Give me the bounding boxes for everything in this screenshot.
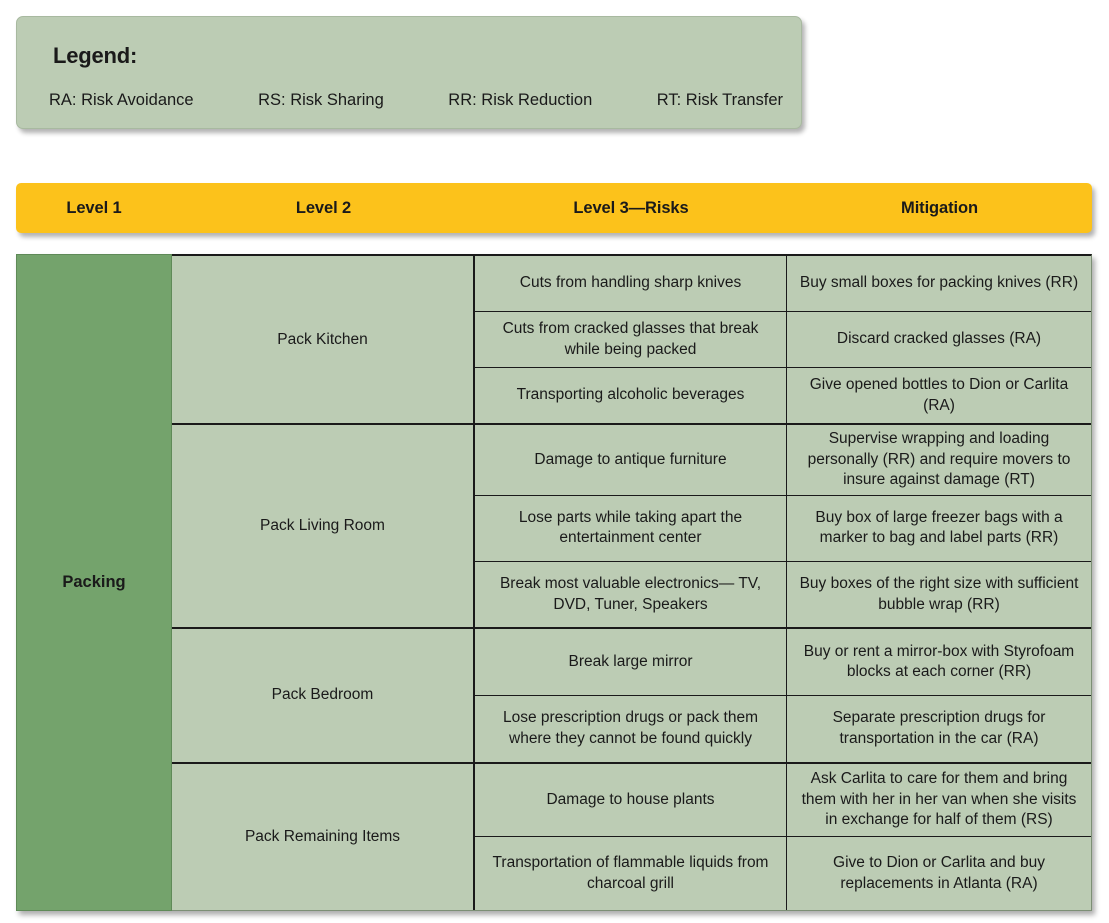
mitigation-cell: Give to Dion or Carlita and buy replacem… <box>833 854 1045 892</box>
risk-cell: Cuts from cracked glasses that break whi… <box>475 312 787 368</box>
table-row: Damage to antique furniture Supervise wr… <box>475 425 1091 496</box>
legend-item-rs: RS: Risk Sharing <box>258 91 384 109</box>
table-row: Lose parts while taking apart the entert… <box>475 495 1091 562</box>
risk-cell: Transportation of flammable liquids from… <box>475 837 787 911</box>
group-pack-kitchen: Pack Kitchen Cuts from handling sharp kn… <box>172 256 1091 426</box>
group-rows: Damage to antique furniture Supervise wr… <box>475 425 1091 628</box>
header-level-1: Level 1 <box>66 198 122 217</box>
header-level-2: Level 2 <box>295 198 352 217</box>
mitigation-cell: Give opened bottles to Dion or Carlita (… <box>809 376 1069 414</box>
group-pack-bedroom: Pack Bedroom Break large mirror Buy or r… <box>172 629 1091 764</box>
level2-label: Pack Living Room <box>172 425 475 628</box>
risk-matrix-table: Packing Pack Kitchen Cuts from handling … <box>16 254 1092 911</box>
risk-cell: Break most valuable electronics— TV, DVD… <box>475 561 787 628</box>
legend-title: Legend: <box>53 43 138 68</box>
table-row: Lose prescription drugs or pack them whe… <box>475 695 1091 762</box>
risk-cell: Lose prescription drugs or pack them whe… <box>475 695 787 762</box>
table-row: Break large mirror Buy or rent a mirror-… <box>475 629 1091 696</box>
level1-column-packing: Packing <box>16 254 172 911</box>
table-row: Break most valuable electronics— TV, DVD… <box>475 561 1091 628</box>
group-pack-living-room: Pack Living Room Damage to antique furni… <box>172 425 1091 630</box>
legend-items: RA: Risk Avoidance RS: Risk Sharing RR: … <box>49 91 783 110</box>
legend-item-rt: RT: Risk Transfer <box>656 91 783 109</box>
level2-label: Pack Remaining Items <box>172 763 475 910</box>
mitigation-cell: Buy boxes of the right size with suffici… <box>799 575 1079 613</box>
group-rows: Cuts from handling sharp knives Buy smal… <box>475 256 1091 424</box>
mitigation-cell: Buy or rent a mirror-box with Styrofoam … <box>803 642 1075 681</box>
group-pack-remaining-items: Pack Remaining Items Damage to house pla… <box>172 763 1091 911</box>
table-row: Damage to house plants Ask Carlita to ca… <box>475 763 1091 838</box>
level2-label: Pack Bedroom <box>172 629 475 762</box>
risk-cell: Damage to antique furniture <box>475 425 787 495</box>
level2-label: Pack Kitchen <box>172 256 475 424</box>
legend-panel: Legend: RA: Risk Avoidance RS: Risk Shar… <box>16 16 802 129</box>
mitigation-cell: Buy small boxes for packing knives (RR) <box>799 274 1079 292</box>
table-row: Cuts from cracked glasses that break whi… <box>475 312 1091 369</box>
table-row: Transporting alcoholic beverages Give op… <box>475 368 1091 424</box>
legend-item-rr: RR: Risk Reduction <box>448 91 593 109</box>
mitigation-cell: Separate prescription drugs for transpor… <box>832 709 1046 747</box>
risk-cell: Break large mirror <box>475 629 787 695</box>
risk-cell: Damage to house plants <box>475 763 787 837</box>
level1-label: Packing <box>62 573 126 591</box>
column-header-bar: Level 1 Level 2 Level 3—Risks Mitigation <box>16 183 1092 233</box>
table-row: Cuts from handling sharp knives Buy smal… <box>475 256 1091 313</box>
risk-cell: Cuts from handling sharp knives <box>475 256 787 312</box>
risk-cell: Transporting alcoholic beverages <box>475 368 787 424</box>
header-mitigation: Mitigation <box>901 198 978 217</box>
header-level-3-risks: Level 3—Risks <box>573 198 689 217</box>
group-rows: Damage to house plants Ask Carlita to ca… <box>475 763 1091 911</box>
mitigation-cell: Buy box of large freezer bags with a mar… <box>815 508 1063 547</box>
risk-cell: Lose parts while taking apart the entert… <box>475 495 787 561</box>
mitigation-cell: Ask Carlita to care for them and bring t… <box>801 770 1077 829</box>
mitigation-cell: Supervise wrapping and loading personall… <box>807 430 1071 489</box>
level2-groups: Pack Kitchen Cuts from handling sharp kn… <box>172 254 1092 911</box>
mitigation-cell: Discard cracked glasses (RA) <box>836 330 1042 348</box>
group-rows: Break large mirror Buy or rent a mirror-… <box>475 629 1091 762</box>
table-row: Transportation of flammable liquids from… <box>475 837 1091 911</box>
legend-item-ra: RA: Risk Avoidance <box>49 91 194 109</box>
